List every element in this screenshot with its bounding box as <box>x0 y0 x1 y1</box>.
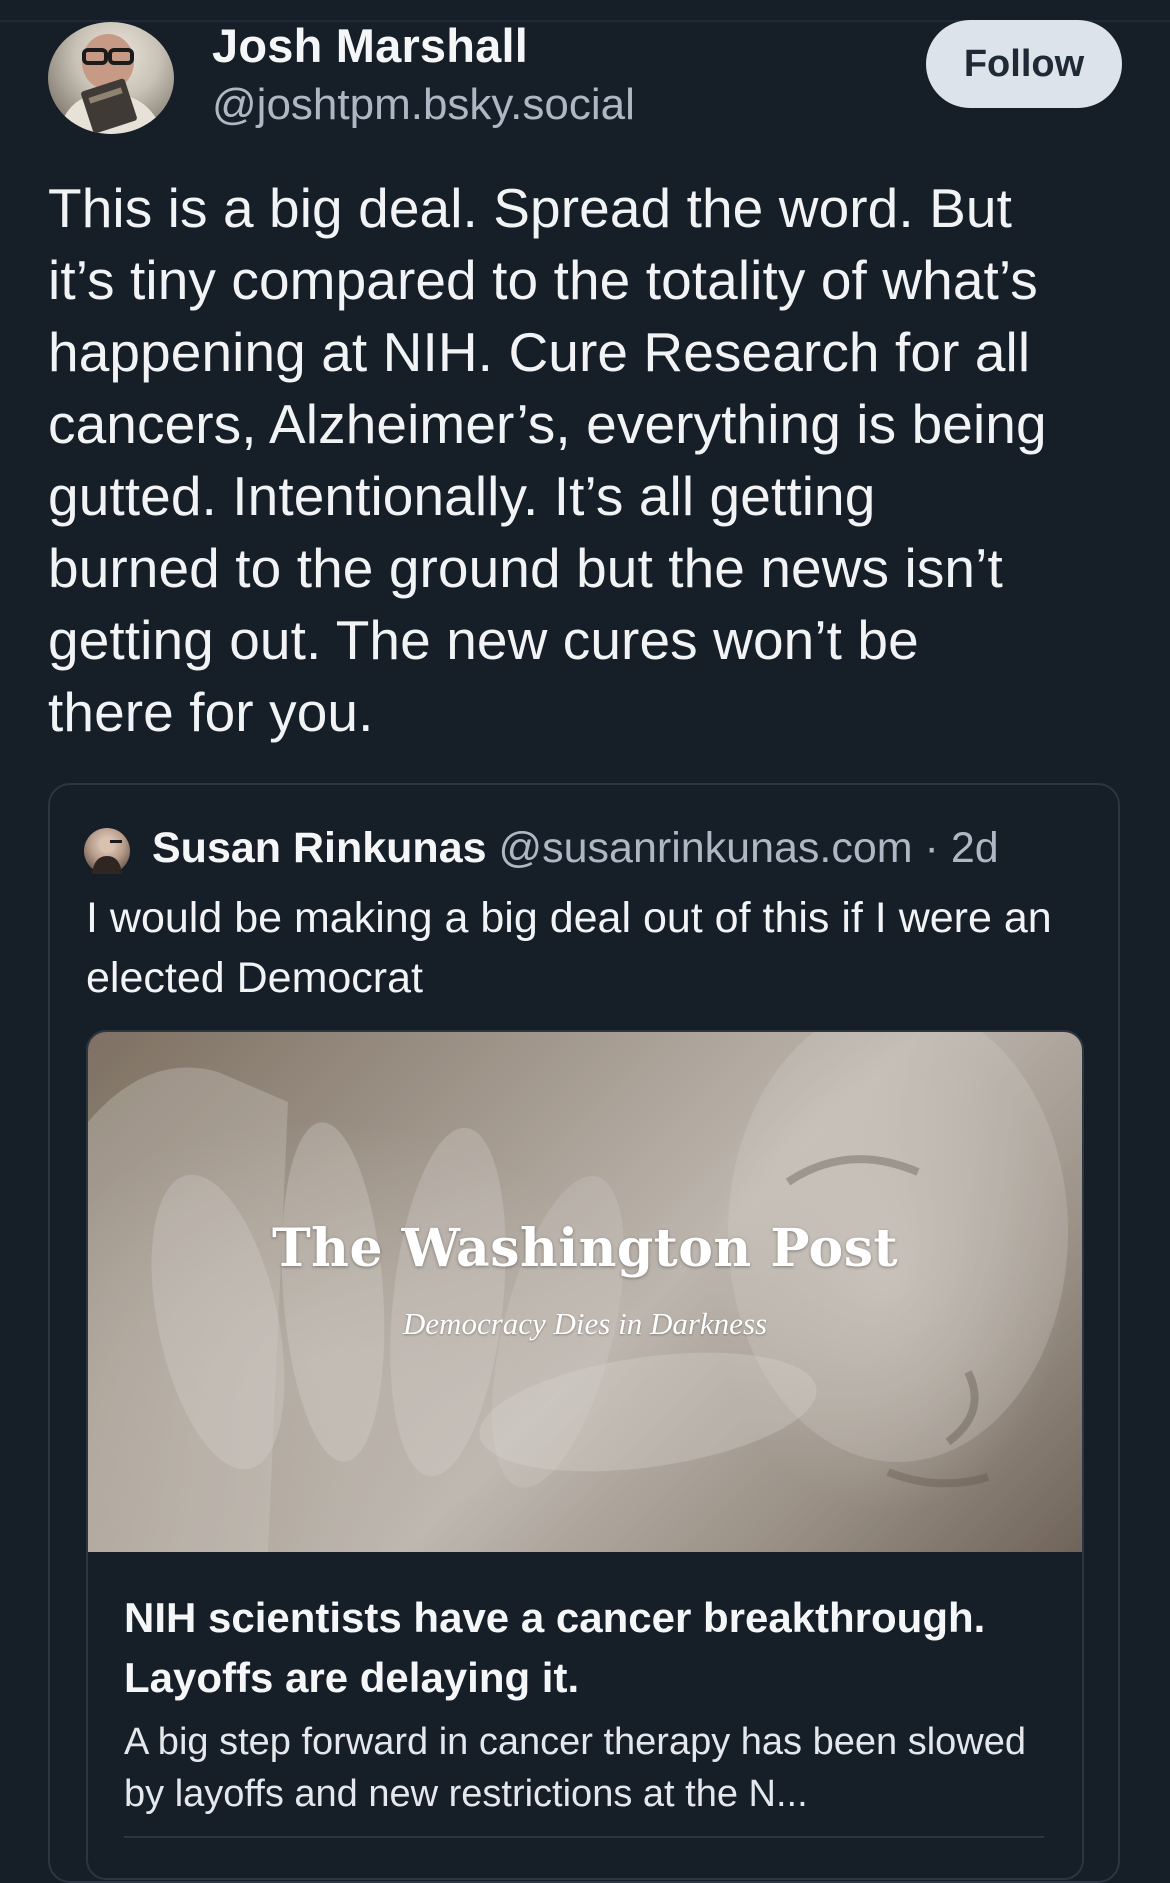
link-preview-title: NIH scientists have a cancer breakthroug… <box>124 1594 986 1701</box>
author-avatar-image <box>58 34 164 134</box>
author-avatar[interactable] <box>48 22 174 134</box>
follow-button[interactable]: Follow <box>926 20 1122 108</box>
quoted-post-text: I would be making a big deal out of this… <box>86 894 1052 1002</box>
author-handle[interactable]: @joshtpm.bsky.social <box>212 80 635 130</box>
publisher-logo: The Washington Post <box>271 1218 899 1279</box>
quoted-author-avatar[interactable] <box>84 828 130 874</box>
image-shade <box>88 1032 1082 1552</box>
link-preview-divider <box>124 1836 1044 1838</box>
post-text: This is a big deal. Spread the word. But… <box>48 177 1047 743</box>
quoted-avatar-image <box>92 837 122 874</box>
author-display-name[interactable]: Josh Marshall <box>212 18 528 73</box>
quoted-author-line: Susan Rinkunas @susanrinkunas.com · 2d <box>152 824 999 873</box>
link-preview-description: A big step forward in cancer therapy has… <box>124 1721 1026 1815</box>
quoted-author-handle[interactable]: @susanrinkunas.com <box>498 824 912 872</box>
quoted-author-name[interactable]: Susan Rinkunas <box>152 824 487 872</box>
publisher-tagline: Democracy Dies in Darkness <box>402 1306 768 1341</box>
link-preview-image: The Washington Post Democracy Dies in Da… <box>88 1032 1082 1552</box>
link-preview-card[interactable]: The Washington Post Democracy Dies in Da… <box>86 1030 1084 1880</box>
quoted-post-time: · 2d <box>924 824 999 872</box>
